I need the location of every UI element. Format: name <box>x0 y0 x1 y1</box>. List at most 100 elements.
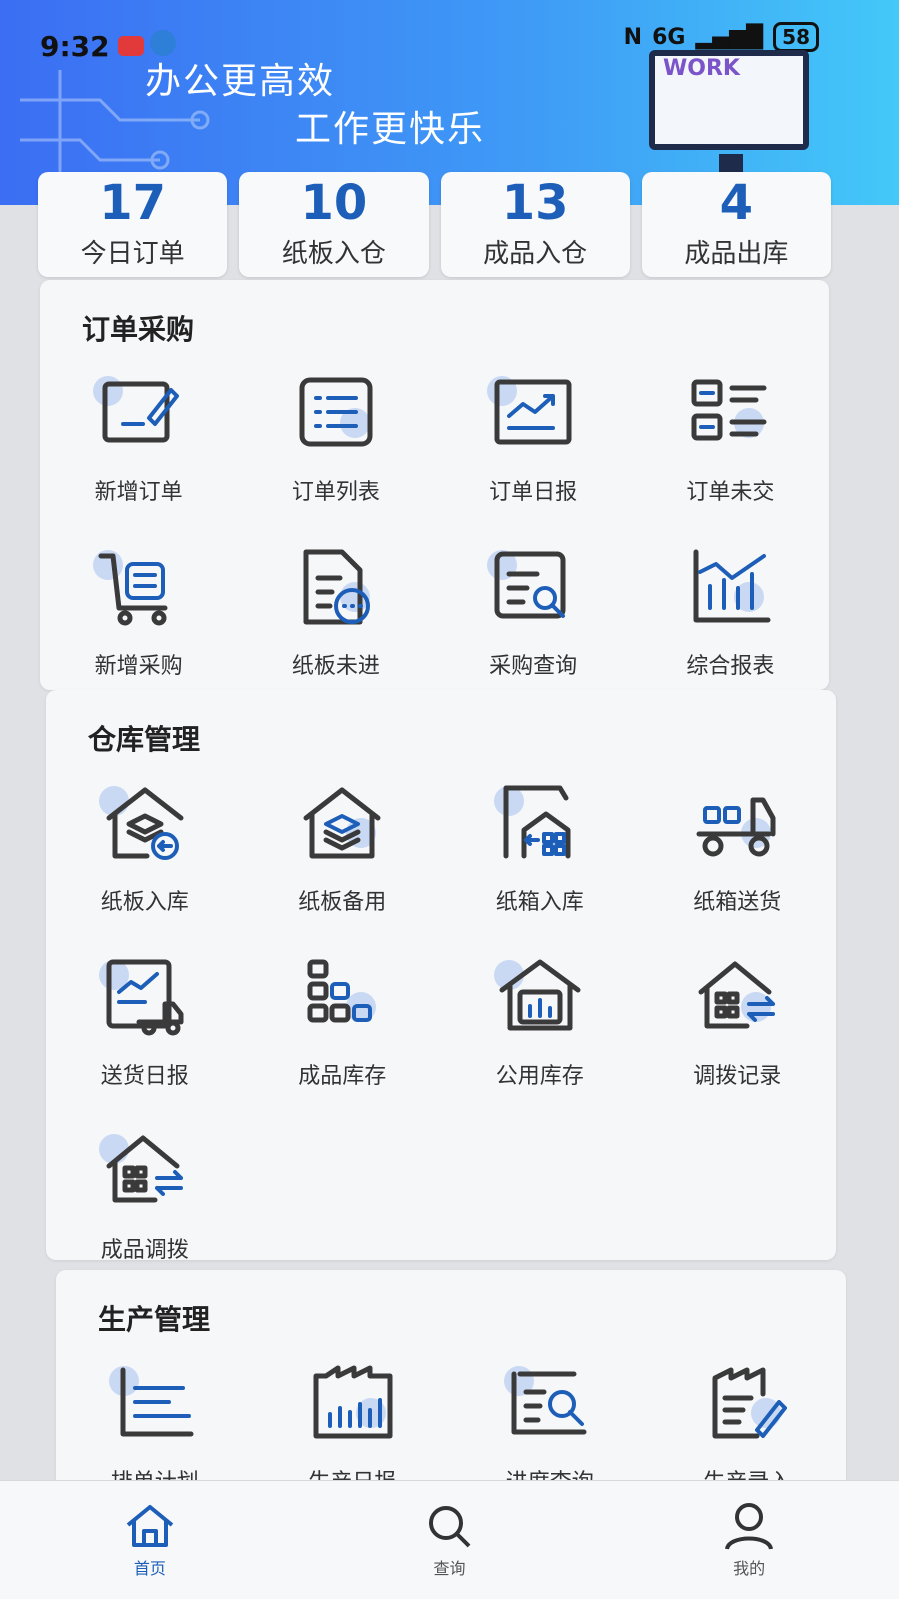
tab-home[interactable]: 首页 <box>0 1481 300 1599</box>
tile-icon-wrap <box>290 368 382 460</box>
section-production: 生产管理 排单计划生产日报进度查询生产录入 <box>56 1270 846 1490</box>
search-report-icon <box>494 551 566 619</box>
trend-chart-icon <box>494 379 572 445</box>
stats-row: 17 今日订单 10 纸板入仓 13 成品入仓 4 成品出库 <box>38 172 831 277</box>
wifi-icon: 6G <box>652 24 686 50</box>
stat-value: 10 <box>300 175 368 231</box>
delivery-report-icon <box>106 959 184 1036</box>
plan-bars-icon <box>120 1367 194 1437</box>
menu-item-label: 综合报表 <box>686 654 775 679</box>
tile-icon-wrap <box>296 778 388 870</box>
stat-today-orders[interactable]: 17 今日订单 <box>38 172 228 277</box>
tile-icon-wrap <box>691 778 783 870</box>
bottom-tab-bar: 首页 查询 我的 <box>0 1480 899 1599</box>
menu-item-warehouse-2[interactable]: 纸箱入库 <box>441 778 639 916</box>
stat-value: 13 <box>501 175 569 231</box>
list-icon <box>299 377 373 447</box>
home-icon <box>126 1505 174 1547</box>
tile-icon-wrap <box>290 542 382 634</box>
menu-item-label: 新增采购 <box>94 654 183 679</box>
tile-icon-wrap <box>691 952 783 1044</box>
tile-icon-wrap <box>92 542 185 634</box>
menu-item-warehouse-4[interactable]: 送货日报 <box>46 952 244 1090</box>
menu-item-label: 纸板入库 <box>100 890 189 915</box>
menu-item-order-0[interactable]: 新增订单 <box>40 368 237 506</box>
menu-item-production-0[interactable]: 排单计划 <box>56 1358 254 1490</box>
menu-item-label: 成品调拨 <box>100 1238 189 1263</box>
tile-icon-wrap <box>108 1358 201 1450</box>
stat-product-out[interactable]: 4 成品出库 <box>641 172 831 277</box>
signal-icon: ▂▄▆█ <box>695 24 764 50</box>
menu-item-order-2[interactable]: 订单日报 <box>435 368 632 506</box>
tile-icon-wrap <box>701 1358 793 1450</box>
section-title: 生产管理 <box>98 1303 211 1336</box>
menu-item-order-3[interactable]: 订单未交 <box>632 368 829 506</box>
tab-profile[interactable]: 我的 <box>599 1481 899 1599</box>
stat-product-in[interactable]: 13 成品入仓 <box>440 172 630 277</box>
box-in-icon <box>503 785 571 859</box>
menu-item-label: 订单未交 <box>686 480 775 505</box>
menu-item-order-1[interactable]: 订单列表 <box>237 368 434 506</box>
stat-board-in[interactable]: 10 纸板入仓 <box>239 172 429 277</box>
section-order: 订单采购 新增订单 订单列表 订单日报 订单未交新增采购 纸板未进 采购查询 综合报表 <box>40 280 829 690</box>
tab-label: 我的 <box>733 1559 766 1578</box>
tile-icon-wrap <box>493 778 586 870</box>
warehouse-in-icon <box>106 787 184 860</box>
warehouse-chart-icon <box>499 959 581 1031</box>
tile-icon-wrap <box>684 542 776 634</box>
transfer-house-icon <box>698 961 776 1029</box>
battery-icon: 58 <box>773 22 819 52</box>
menu-item-label: 纸箱入库 <box>495 890 584 915</box>
menu-item-order-5[interactable]: 纸板未进 <box>237 542 434 680</box>
menu-item-order-6[interactable]: 采购查询 <box>435 542 632 680</box>
section-warehouse: 仓库管理 纸板入库 纸板备用 纸箱入库 纸箱送货送货日报 成品库存 公用库存 调拨记录成品调… <box>46 690 837 1263</box>
menu-item-warehouse-1[interactable]: 纸板备用 <box>244 778 442 916</box>
cart-icon <box>98 553 168 626</box>
menu-item-label: 新增订单 <box>94 480 183 505</box>
section-title: 仓库管理 <box>88 723 201 756</box>
menu-item-production-1[interactable]: 生产日报 <box>254 1358 452 1490</box>
warehouse-stack-icon <box>303 787 381 859</box>
search-icon <box>428 1506 470 1548</box>
progress-search-icon <box>511 1371 587 1435</box>
menu-item-warehouse-3[interactable]: 纸箱送货 <box>639 778 837 916</box>
menu-item-label: 订单列表 <box>291 480 380 505</box>
tile-icon-wrap <box>493 952 586 1044</box>
tab-search[interactable]: 查询 <box>300 1481 600 1599</box>
section-title: 订单采购 <box>82 313 195 346</box>
stat-label: 成品出库 <box>684 239 789 269</box>
menu-item-production-2[interactable]: 进度查询 <box>451 1358 649 1490</box>
monitor-stand <box>719 154 743 174</box>
production-grid: 排单计划生产日报进度查询生产录入 <box>56 1358 846 1490</box>
menu-item-order-7[interactable]: 综合报表 <box>632 542 829 680</box>
factory-chart-icon <box>313 1365 393 1439</box>
stat-label: 成品入仓 <box>483 239 588 269</box>
stat-label: 今日订单 <box>80 239 185 269</box>
menu-item-label: 公用库存 <box>495 1064 584 1089</box>
menu-item-label: 送货日报 <box>100 1064 189 1089</box>
menu-item-warehouse-8[interactable]: 成品调拨 <box>46 1126 244 1264</box>
menu-item-warehouse-7[interactable]: 调拨记录 <box>639 952 837 1090</box>
menu-item-label: 纸板未进 <box>291 654 380 679</box>
truck-icon <box>696 797 776 857</box>
card-list-icon <box>691 379 767 441</box>
document-pending-icon <box>303 549 370 625</box>
illustration-text: WORK <box>663 56 740 81</box>
tab-label: 首页 <box>133 1559 166 1578</box>
blocks-icon <box>307 959 373 1023</box>
menu-item-warehouse-0[interactable]: 纸板入库 <box>46 778 244 916</box>
order-grid: 新增订单 订单列表 订单日报 订单未交新增采购 纸板未进 采购查询 综合报表 <box>40 368 829 680</box>
menu-item-order-4[interactable]: 新增采购 <box>40 542 237 680</box>
user-icon <box>725 1503 774 1550</box>
menu-item-label: 调拨记录 <box>693 1064 782 1089</box>
tile-icon-wrap <box>487 368 579 460</box>
stat-value: 17 <box>99 175 167 231</box>
menu-item-label: 纸板备用 <box>298 890 387 915</box>
menu-item-production-3[interactable]: 生产录入 <box>649 1358 847 1490</box>
menu-item-warehouse-5[interactable]: 成品库存 <box>244 952 442 1090</box>
tile-icon-wrap <box>98 952 191 1044</box>
notification-icon <box>117 36 144 56</box>
tile-icon-wrap <box>487 542 579 634</box>
stat-label: 纸板入仓 <box>281 239 386 269</box>
menu-item-warehouse-6[interactable]: 公用库存 <box>441 952 639 1090</box>
